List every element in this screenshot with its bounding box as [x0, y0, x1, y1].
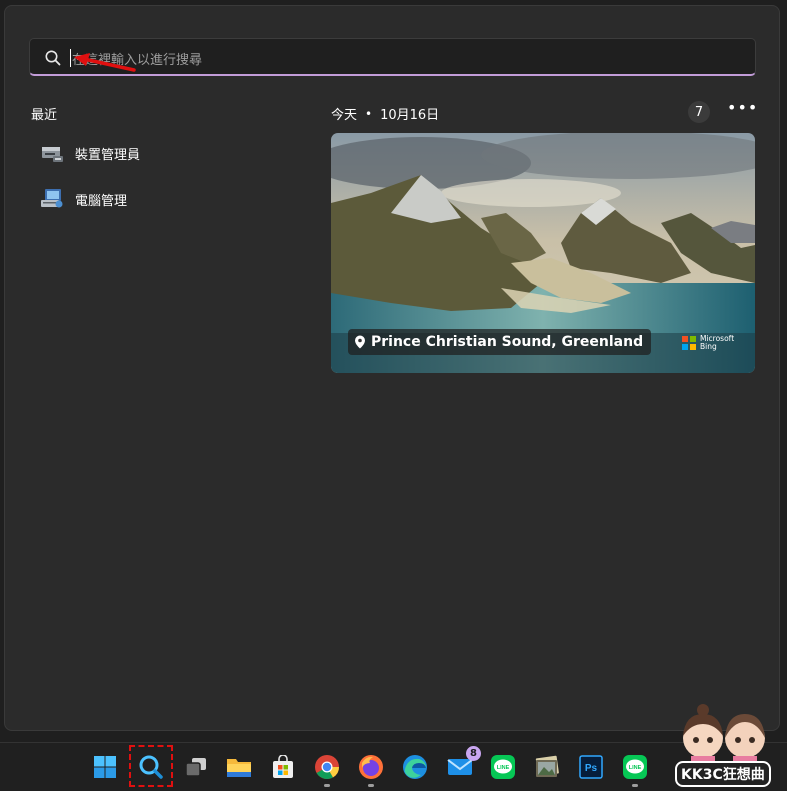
photoshop-icon: Ps [579, 755, 603, 779]
watermark: KK3C狂想曲 [665, 700, 787, 791]
task-view-icon [185, 758, 206, 777]
today-count-badge[interactable]: 7 [688, 101, 710, 123]
file-explorer-button[interactable] [225, 753, 253, 781]
task-view-button[interactable] [182, 753, 210, 781]
screen: 在這裡輸入以進行搜尋 最近 裝置管理員 電腦管理 今天 • 10月16日 7 •… [0, 0, 787, 791]
search-box[interactable]: 在這裡輸入以進行搜尋 [29, 38, 756, 76]
microsoft-logo-icon [682, 336, 696, 350]
recent-item-label: 電腦管理 [75, 193, 128, 209]
running-indicator [324, 784, 330, 787]
running-indicator [368, 784, 374, 787]
computer-management-icon [41, 189, 63, 208]
annotation-highlight-box [129, 745, 173, 787]
search-panel: 在這裡輸入以進行搜尋 最近 裝置管理員 電腦管理 今天 • 10月16日 7 •… [4, 5, 780, 731]
bing-brand-line2: Bing [700, 342, 717, 351]
line-icon-label: LINE [497, 765, 510, 771]
photoshop-button[interactable]: Ps [577, 753, 605, 781]
firefox-icon [359, 755, 383, 779]
store-button[interactable] [269, 753, 297, 781]
chrome-button[interactable] [313, 753, 341, 787]
edge-icon [403, 755, 427, 779]
location-chip[interactable]: Prince Christian Sound, Greenland [348, 329, 652, 355]
start-button[interactable] [91, 753, 119, 781]
file-explorer-icon [227, 759, 251, 777]
annotation-arrow-icon [74, 53, 136, 72]
recent-item-computer-management[interactable]: 電腦管理 [39, 186, 127, 212]
location-pin-icon [355, 335, 365, 349]
chrome-icon [315, 755, 339, 780]
recent-item-device-manager[interactable]: 裝置管理員 [39, 140, 140, 166]
search-highlight-card[interactable]: Prince Christian Sound, Greenland Micros… [331, 133, 755, 373]
more-options-button[interactable]: ••• [727, 98, 757, 124]
store-icon [273, 755, 293, 778]
line-icon: LINE [491, 755, 515, 779]
microsoft-bing-logo: Microsoft Bing [682, 335, 734, 351]
device-manager-icon [42, 147, 63, 162]
running-indicator [632, 784, 638, 787]
photos-icon [535, 755, 559, 777]
today-header: 今天 • 10月16日 [331, 104, 440, 124]
line-icon-label: LINE [629, 765, 642, 771]
recent-heading: 最近 [31, 108, 58, 123]
mail-notification-badge: 8 [466, 746, 481, 761]
firefox-button[interactable] [357, 753, 385, 787]
line-button[interactable]: LINE [489, 753, 517, 781]
location-label: Prince Christian Sound, Greenland [371, 334, 644, 350]
edge-button[interactable] [401, 753, 429, 781]
watermark-text: KK3C狂想曲 [675, 761, 771, 787]
today-label: 今天 [331, 108, 358, 123]
start-icon [94, 756, 116, 778]
photos-button[interactable] [533, 753, 561, 781]
today-date: 10月16日 [380, 108, 440, 123]
line-button-2[interactable]: LINE [621, 753, 649, 787]
search-icon [45, 50, 61, 66]
recent-item-label: 裝置管理員 [75, 147, 141, 163]
line-icon: LINE [623, 755, 647, 779]
today-separator: • [365, 106, 373, 121]
mail-button[interactable]: 8 [446, 746, 481, 781]
mascot-icon [683, 704, 765, 770]
photoshop-label: Ps [585, 763, 598, 774]
